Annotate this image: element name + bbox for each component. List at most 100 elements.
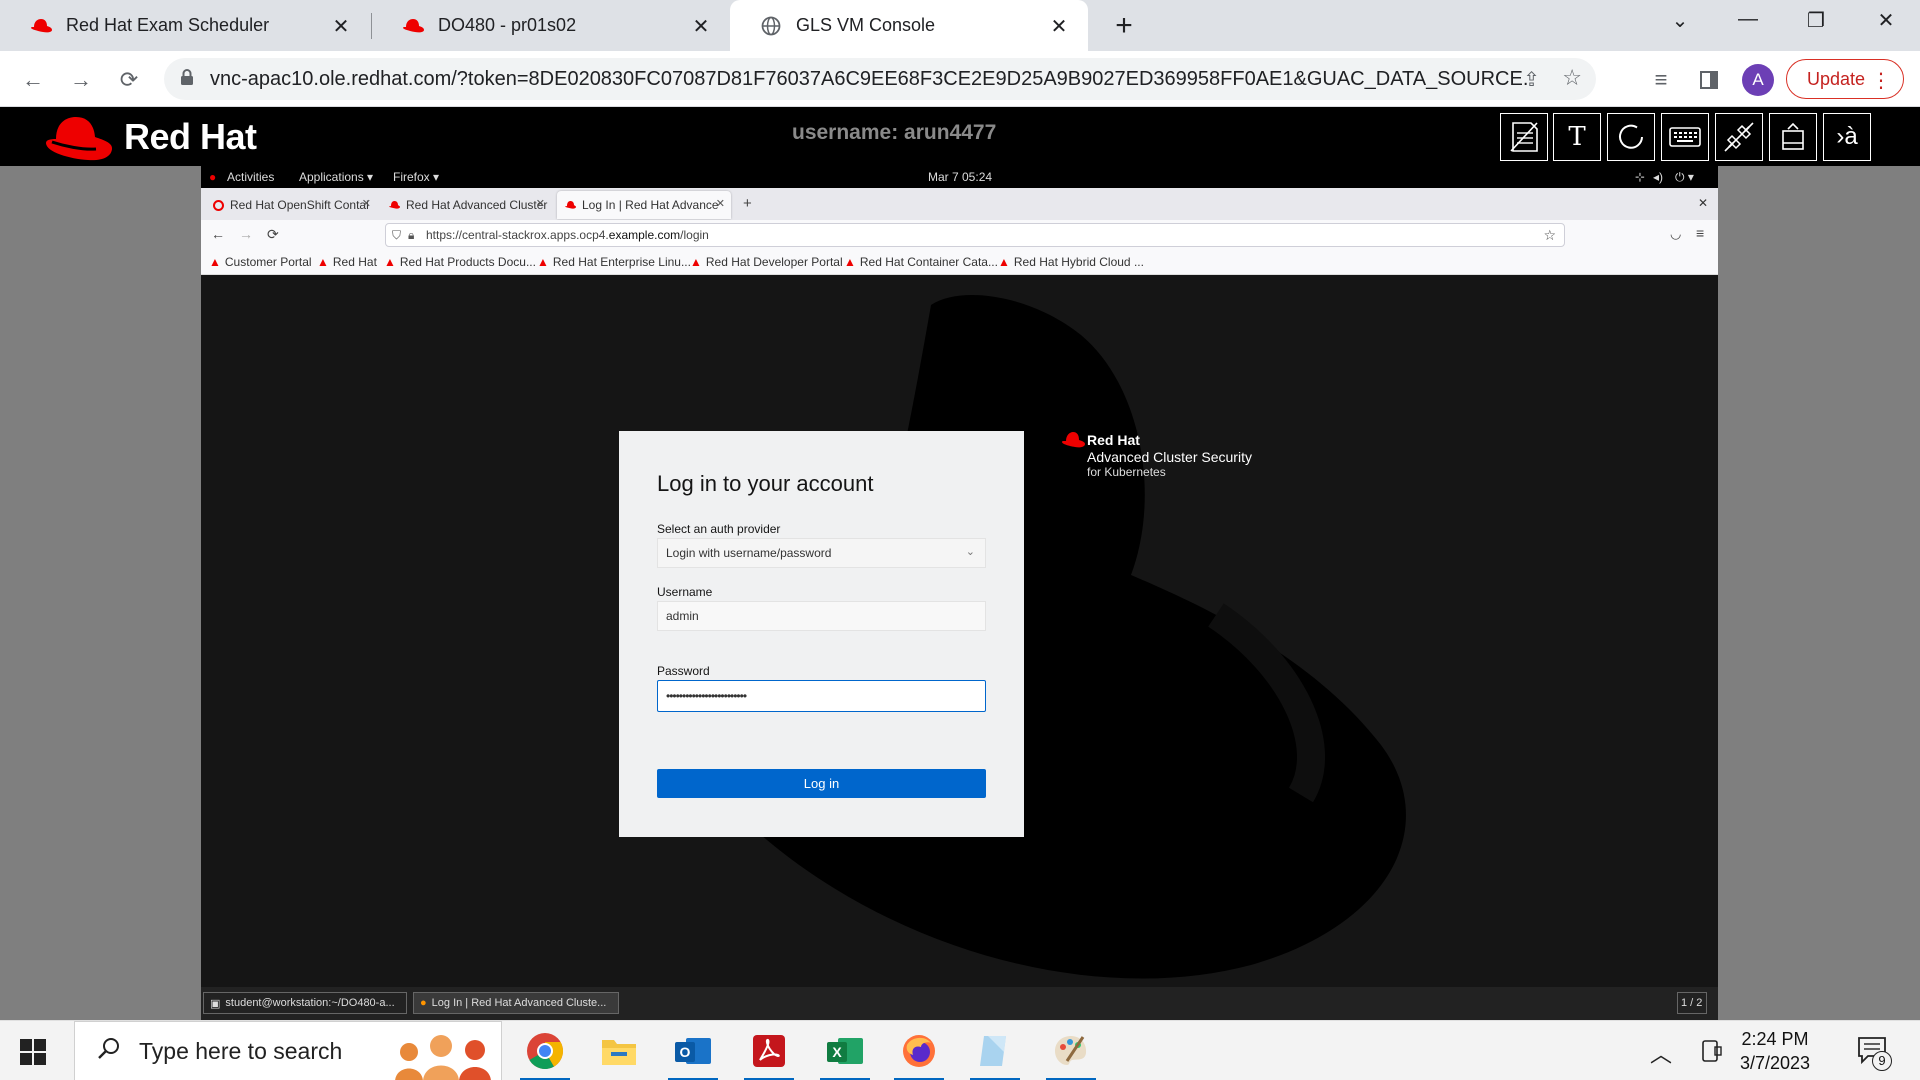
login-button[interactable]: Log in <box>657 769 986 798</box>
bookmark-item[interactable]: ▲ Red Hat Hybrid Cloud ... <box>998 255 1144 269</box>
tab-exam-scheduler[interactable]: Red Hat Exam Scheduler ✕ <box>0 0 370 51</box>
applications-menu[interactable]: Applications ▾ <box>299 170 373 184</box>
reload-icon[interactable]: ⟳ <box>112 63 146 97</box>
auth-provider-label: Select an auth provider <box>657 522 781 536</box>
ff-back-icon[interactable]: ← <box>211 226 225 242</box>
close-tab-icon[interactable]: ✕ <box>1048 14 1070 39</box>
forward-arrow-icon[interactable]: → <box>64 63 98 97</box>
ff-reload-icon[interactable]: ⟳ <box>267 226 279 243</box>
redhat-hat-icon <box>389 200 400 209</box>
language-icon[interactable]: ›à <box>1823 113 1871 161</box>
gls-header: Red Hat username: arun4477 T ›à <box>0 107 1920 166</box>
side-panel-icon[interactable] <box>1692 63 1726 97</box>
ff-address-bar[interactable]: ⛉ 🔒︎ https://central-stackrox.apps.ocp4.… <box>385 223 1565 247</box>
redhat-logo: Red Hat <box>42 111 257 163</box>
close-tab-icon[interactable]: ✕ <box>536 197 545 210</box>
show-hidden-icons-chevron-icon[interactable]: ︿ <box>1650 1037 1672 1069</box>
volume-icon[interactable]: ◂) <box>1653 170 1663 184</box>
ff-tab-acs[interactable]: Red Hat Advanced Cluster ✕ <box>381 191 551 219</box>
windows-start-icon[interactable] <box>20 1039 46 1070</box>
ff-tab-openshift[interactable]: Red Hat OpenShift Contai ✕ <box>205 191 377 219</box>
notepad-icon[interactable] <box>970 1029 1020 1080</box>
activities-button[interactable]: Activities <box>227 170 274 184</box>
bookmark-item[interactable]: ▲ Red Hat <box>317 255 377 269</box>
refresh-icon[interactable] <box>1607 113 1655 161</box>
bookmark-star-icon[interactable]: ☆ <box>1543 227 1556 244</box>
bookmark-item[interactable]: ▲ Red Hat Products Docu... <box>384 255 536 269</box>
task-label: student@workstation:~/DO480-a... <box>225 997 395 1009</box>
chrome-icon[interactable] <box>520 1029 570 1080</box>
close-tab-icon[interactable]: ✕ <box>330 14 352 39</box>
update-button[interactable]: Update ⋮ <box>1786 59 1904 99</box>
close-tab-icon[interactable]: ✕ <box>362 197 371 210</box>
restore-icon[interactable]: ❐ <box>1796 8 1836 33</box>
pocket-icon[interactable]: ◡ <box>1670 226 1681 242</box>
tablet-device-icon[interactable] <box>1700 1039 1722 1068</box>
vm-screen[interactable]: ● Activities Applications ▾ Firefox ▾ Ma… <box>201 166 1718 1020</box>
eject-icon[interactable] <box>1769 113 1817 161</box>
bookmark-label: Red Hat <box>332 255 377 269</box>
minimize-icon[interactable]: — <box>1728 8 1768 31</box>
new-tab-button[interactable]: + <box>1108 9 1140 43</box>
url-text: vnc-apac10.ole.redhat.com/?token=8DE0208… <box>210 67 1530 90</box>
file-explorer-icon[interactable] <box>594 1029 644 1073</box>
bookmark-item[interactable]: ▲ Red Hat Container Cata... <box>844 255 998 269</box>
system-clock[interactable]: 2:24 PM 3/7/2023 <box>1740 1027 1810 1075</box>
username-field[interactable]: admin <box>657 601 986 631</box>
workspace-indicator[interactable]: 1 / 2 <box>1677 992 1707 1014</box>
text-input-icon[interactable]: T <box>1553 113 1601 161</box>
bookmark-item[interactable]: ▲ Red Hat Enterprise Linu... <box>537 255 691 269</box>
ff-new-tab-button[interactable]: + <box>743 195 752 212</box>
bookmark-label: Red Hat Container Cata... <box>859 255 998 269</box>
bookmark-star-icon[interactable]: ☆ <box>1562 65 1582 91</box>
acrobat-icon[interactable] <box>744 1029 794 1080</box>
redhat-hat-icon <box>565 200 576 209</box>
browser-toolbar: ← → ⟳ vnc-apac10.ole.redhat.com/?token=8… <box>0 51 1920 107</box>
share-icon[interactable]: ⇪ <box>1523 67 1540 92</box>
tab-search-chevron-icon[interactable]: ⌄ <box>1660 8 1700 33</box>
close-tab-icon[interactable]: ✕ <box>690 14 712 39</box>
lock-icon <box>180 68 194 91</box>
auth-provider-select[interactable]: Login with username/password ⌄ <box>657 538 986 568</box>
kebab-menu-icon[interactable]: ⋮ <box>1871 68 1891 93</box>
firefox-menu[interactable]: Firefox ▾ <box>393 170 439 184</box>
profile-avatar[interactable]: A <box>1742 64 1774 96</box>
gnome-top-bar: ● Activities Applications ▾ Firefox ▾ Ma… <box>201 166 1718 188</box>
windows-search-box[interactable]: Type here to search <box>74 1021 502 1080</box>
outlook-icon[interactable]: O <box>668 1029 718 1080</box>
vm-window-list: ▣ student@workstation:~/DO480-a... ● Log… <box>201 987 1718 1020</box>
terminal-task[interactable]: ▣ student@workstation:~/DO480-a... <box>203 992 407 1014</box>
gnome-clock[interactable]: Mar 7 05:24 <box>928 170 992 184</box>
brand-text: Red Hat <box>124 116 257 157</box>
hamburger-menu-icon[interactable]: ≡ <box>1696 225 1704 241</box>
close-tab-icon[interactable]: ✕ <box>716 197 725 210</box>
firefox-nav-bar: ← → ⟳ ⛉ 🔒︎ https://central-stackrox.apps… <box>201 220 1718 250</box>
power-icon[interactable]: ⏻ ▾ <box>1675 170 1694 185</box>
close-window-icon[interactable]: ✕ <box>1866 8 1906 33</box>
tab-gls-vm-console[interactable]: GLS VM Console ✕ <box>730 0 1088 51</box>
bookmark-label: Red Hat Developer Portal <box>705 255 843 269</box>
network-icon[interactable]: ⊹ <box>1635 170 1645 184</box>
keyboard-icon[interactable] <box>1661 113 1709 161</box>
paint-icon[interactable] <box>1046 1029 1096 1080</box>
back-arrow-icon[interactable]: ← <box>16 63 50 97</box>
ff-forward-icon[interactable]: → <box>239 226 253 242</box>
notification-center-icon[interactable]: 9 <box>1856 1035 1892 1074</box>
firefox-icon[interactable] <box>894 1029 944 1080</box>
media-queue-icon[interactable]: ≡ <box>1644 63 1678 97</box>
notes-icon[interactable] <box>1500 113 1548 161</box>
search-icon <box>97 1036 121 1066</box>
firefox-task[interactable]: ● Log In | Red Hat Advanced Cluste... <box>413 992 619 1014</box>
bookmark-item[interactable]: ▲ Red Hat Developer Portal <box>690 255 843 269</box>
bookmark-label: Red Hat Products Docu... <box>399 255 536 269</box>
ff-tab-login[interactable]: Log In | Red Hat Advance ✕ <box>557 191 731 219</box>
svg-text:O: O <box>680 1044 691 1060</box>
excel-icon[interactable]: X <box>820 1029 870 1080</box>
bookmark-item[interactable]: ▲ Customer Portal <box>209 255 312 269</box>
notification-count-badge: 9 <box>1872 1051 1892 1071</box>
password-field[interactable]: ••••••••••••••••••••••••• <box>657 680 986 712</box>
ff-close-window-icon[interactable]: ✕ <box>1698 196 1708 210</box>
disconnect-icon[interactable] <box>1715 113 1763 161</box>
tab-do480[interactable]: DO480 - pr01s02 ✕ <box>372 0 730 51</box>
address-bar[interactable]: vnc-apac10.ole.redhat.com/?token=8DE0208… <box>164 58 1596 100</box>
